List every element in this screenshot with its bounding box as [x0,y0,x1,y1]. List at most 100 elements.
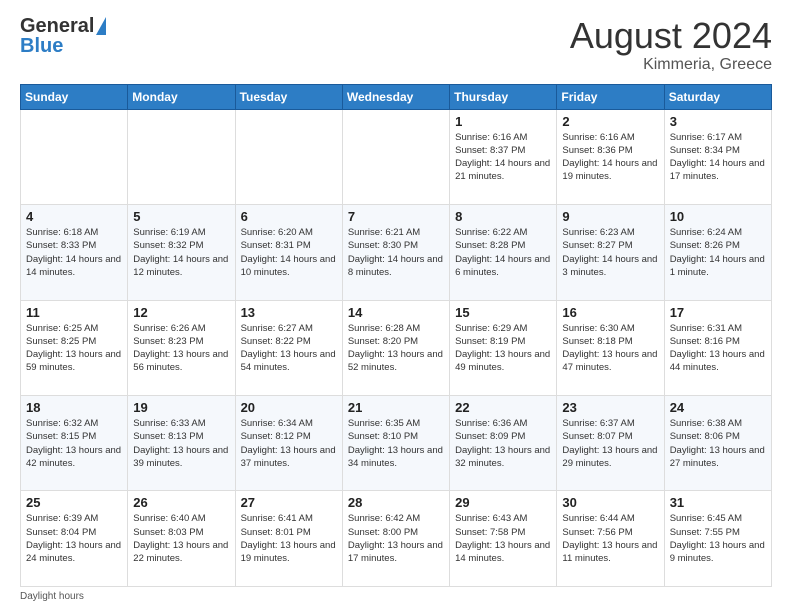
day-number: 15 [455,305,551,320]
day-number: 9 [562,209,658,224]
day-info: Sunrise: 6:32 AMSunset: 8:15 PMDaylight:… [26,417,122,470]
day-info: Sunrise: 6:24 AMSunset: 8:26 PMDaylight:… [670,226,766,279]
day-info: Sunrise: 6:25 AMSunset: 8:25 PMDaylight:… [26,322,122,375]
col-header-monday: Monday [128,84,235,109]
day-info: Sunrise: 6:31 AMSunset: 8:16 PMDaylight:… [670,322,766,375]
calendar-cell: 2 Sunrise: 6:16 AMSunset: 8:36 PMDaylight… [557,109,664,204]
day-info: Sunrise: 6:19 AMSunset: 8:32 PMDaylight:… [133,226,229,279]
calendar-body: 1 Sunrise: 6:16 AMSunset: 8:37 PMDaylight… [21,109,772,586]
day-info: Sunrise: 6:26 AMSunset: 8:23 PMDaylight:… [133,322,229,375]
day-number: 16 [562,305,658,320]
calendar-cell: 1 Sunrise: 6:16 AMSunset: 8:37 PMDaylight… [450,109,557,204]
day-number: 13 [241,305,337,320]
calendar-cell: 7Sunrise: 6:21 AMSunset: 8:30 PMDaylight… [342,205,449,300]
day-number: 20 [241,400,337,415]
footer: Daylight hours [20,591,772,602]
calendar-cell: 15 Sunrise: 6:29 AMSunset: 8:19 PMDayligh… [450,300,557,395]
col-header-thursday: Thursday [450,84,557,109]
day-number: 18 [26,400,122,415]
calendar-week-row: 25Sunrise: 6:39 AMSunset: 8:04 PMDayligh… [21,491,772,587]
calendar-cell [21,109,128,204]
col-header-wednesday: Wednesday [342,84,449,109]
calendar-cell: 8 Sunrise: 6:22 AMSunset: 8:28 PMDaylight… [450,205,557,300]
day-number: 7 [348,209,444,224]
day-number: 1 [455,114,551,129]
calendar-cell: 14 Sunrise: 6:28 AMSunset: 8:20 PMDayligh… [342,300,449,395]
calendar-cell: 21 Sunrise: 6:35 AMSunset: 8:10 PMDayligh… [342,396,449,491]
day-number: 30 [562,495,658,510]
calendar-cell: 12 Sunrise: 6:26 AMSunset: 8:23 PMDayligh… [128,300,235,395]
calendar-cell: 19Sunrise: 6:33 AMSunset: 8:13 PMDayligh… [128,396,235,491]
calendar-cell: 9 Sunrise: 6:23 AMSunset: 8:27 PMDaylight… [557,205,664,300]
calendar-page: General Blue August 2024 Kimmeria, Greec… [0,0,792,612]
calendar-week-row: 1 Sunrise: 6:16 AMSunset: 8:37 PMDaylight… [21,109,772,204]
day-number: 29 [455,495,551,510]
calendar-cell: 23Sunrise: 6:37 AMSunset: 8:07 PMDayligh… [557,396,664,491]
calendar-cell [342,109,449,204]
day-number: 3 [670,114,766,129]
location: Kimmeria, Greece [570,56,772,74]
calendar-cell: 4 Sunrise: 6:18 AMSunset: 8:33 PMDaylight… [21,205,128,300]
day-info: Sunrise: 6:16 AMSunset: 8:37 PMDaylight:… [455,131,551,184]
calendar-cell: 27 Sunrise: 6:41 AMSunset: 8:01 PMDayligh… [235,491,342,587]
calendar-week-row: 11 Sunrise: 6:25 AMSunset: 8:25 PMDayligh… [21,300,772,395]
logo-triangle-icon [96,17,106,35]
calendar-header-row: SundayMondayTuesdayWednesdayThursdayFrid… [21,84,772,109]
calendar-cell: 26Sunrise: 6:40 AMSunset: 8:03 PMDayligh… [128,491,235,587]
calendar-cell: 17Sunrise: 6:31 AMSunset: 8:16 PMDayligh… [664,300,771,395]
calendar-cell: 25Sunrise: 6:39 AMSunset: 8:04 PMDayligh… [21,491,128,587]
day-number: 6 [241,209,337,224]
calendar-cell: 30Sunrise: 6:44 AMSunset: 7:56 PMDayligh… [557,491,664,587]
day-info: Sunrise: 6:33 AMSunset: 8:13 PMDaylight:… [133,417,229,470]
day-info: Sunrise: 6:35 AMSunset: 8:10 PMDaylight:… [348,417,444,470]
day-info: Sunrise: 6:23 AMSunset: 8:27 PMDaylight:… [562,226,658,279]
calendar-cell: 28Sunrise: 6:42 AMSunset: 8:00 PMDayligh… [342,491,449,587]
day-info: Sunrise: 6:38 AMSunset: 8:06 PMDaylight:… [670,417,766,470]
title-block: August 2024 Kimmeria, Greece [570,16,772,74]
day-info: Sunrise: 6:29 AMSunset: 8:19 PMDaylight:… [455,322,551,375]
day-info: Sunrise: 6:43 AMSunset: 7:58 PMDaylight:… [455,512,551,565]
day-info: Sunrise: 6:27 AMSunset: 8:22 PMDaylight:… [241,322,337,375]
calendar-cell: 5Sunrise: 6:19 AMSunset: 8:32 PMDaylight… [128,205,235,300]
day-number: 4 [26,209,122,224]
day-info: Sunrise: 6:40 AMSunset: 8:03 PMDaylight:… [133,512,229,565]
calendar-cell: 22 Sunrise: 6:36 AMSunset: 8:09 PMDayligh… [450,396,557,491]
calendar-cell [128,109,235,204]
calendar-cell: 13 Sunrise: 6:27 AMSunset: 8:22 PMDayligh… [235,300,342,395]
day-info: Sunrise: 6:30 AMSunset: 8:18 PMDaylight:… [562,322,658,375]
day-number: 21 [348,400,444,415]
col-header-tuesday: Tuesday [235,84,342,109]
calendar-cell: 10Sunrise: 6:24 AMSunset: 8:26 PMDayligh… [664,205,771,300]
day-info: Sunrise: 6:22 AMSunset: 8:28 PMDaylight:… [455,226,551,279]
calendar-cell: 3 Sunrise: 6:17 AMSunset: 8:34 PMDaylight… [664,109,771,204]
day-info: Sunrise: 6:41 AMSunset: 8:01 PMDaylight:… [241,512,337,565]
day-number: 12 [133,305,229,320]
day-info: Sunrise: 6:18 AMSunset: 8:33 PMDaylight:… [26,226,122,279]
day-number: 11 [26,305,122,320]
logo-blue: Blue [20,36,106,56]
daylight-label: Daylight hours [20,591,84,602]
month-year: August 2024 [570,16,772,56]
calendar-cell: 20 Sunrise: 6:34 AMSunset: 8:12 PMDayligh… [235,396,342,491]
day-info: Sunrise: 6:28 AMSunset: 8:20 PMDaylight:… [348,322,444,375]
day-info: Sunrise: 6:16 AMSunset: 8:36 PMDaylight:… [562,131,658,184]
day-number: 8 [455,209,551,224]
calendar-table: SundayMondayTuesdayWednesdayThursdayFrid… [20,84,772,587]
calendar-week-row: 18 Sunrise: 6:32 AMSunset: 8:15 PMDayligh… [21,396,772,491]
calendar-cell: 29 Sunrise: 6:43 AMSunset: 7:58 PMDayligh… [450,491,557,587]
day-number: 2 [562,114,658,129]
day-info: Sunrise: 6:34 AMSunset: 8:12 PMDaylight:… [241,417,337,470]
calendar-week-row: 4 Sunrise: 6:18 AMSunset: 8:33 PMDaylight… [21,205,772,300]
day-number: 14 [348,305,444,320]
day-number: 27 [241,495,337,510]
day-number: 22 [455,400,551,415]
day-number: 31 [670,495,766,510]
col-header-friday: Friday [557,84,664,109]
col-header-sunday: Sunday [21,84,128,109]
calendar-cell: 11 Sunrise: 6:25 AMSunset: 8:25 PMDayligh… [21,300,128,395]
day-info: Sunrise: 6:17 AMSunset: 8:34 PMDaylight:… [670,131,766,184]
header: General Blue August 2024 Kimmeria, Greec… [20,16,772,74]
day-number: 25 [26,495,122,510]
day-info: Sunrise: 6:37 AMSunset: 8:07 PMDaylight:… [562,417,658,470]
day-info: Sunrise: 6:36 AMSunset: 8:09 PMDaylight:… [455,417,551,470]
